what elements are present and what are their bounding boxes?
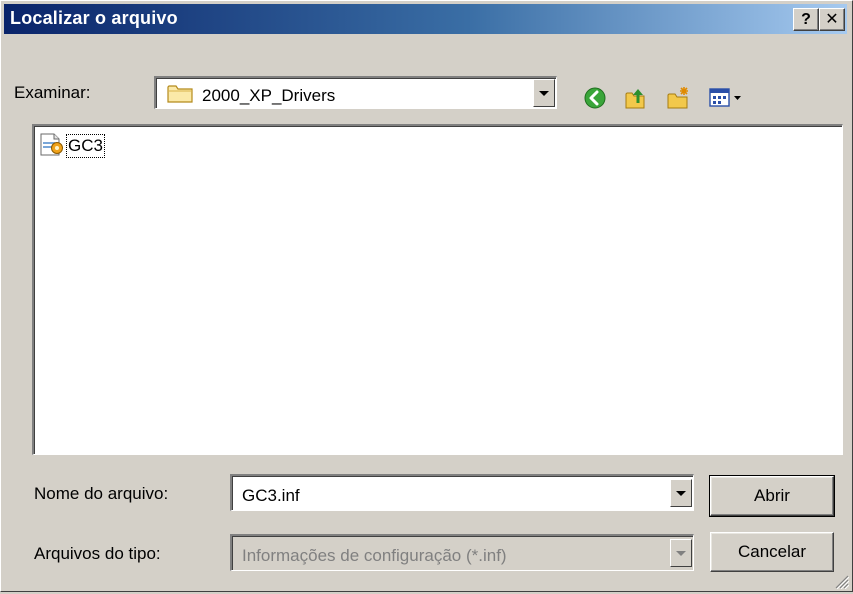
setup-information-file-icon: [37, 132, 65, 158]
look-in-label: Examinar:: [14, 83, 91, 102]
new-folder-icon[interactable]: [665, 85, 691, 111]
look-in-value: 2000_XP_Drivers: [202, 86, 336, 105]
up-folder-icon[interactable]: [623, 85, 649, 111]
look-in-dropdown-arrow-icon[interactable]: [533, 79, 555, 107]
filename-field[interactable]: GC3.inf: [230, 474, 694, 511]
open-file-dialog: Localizar o arquivo ? ✕ Examinar: 2000_X…: [0, 0, 853, 592]
close-button[interactable]: ✕: [819, 8, 845, 31]
filetype-value: Informações de configuração (*.inf): [242, 546, 507, 565]
folder-icon: [166, 82, 194, 104]
file-list[interactable]: GC3: [32, 124, 843, 455]
back-arrow-icon[interactable]: [582, 85, 608, 111]
filetype-select[interactable]: Informações de configuração (*.inf): [230, 534, 694, 571]
cancel-button[interactable]: Cancelar: [710, 532, 834, 572]
window-title: Localizar o arquivo: [10, 8, 178, 28]
view-menu-icon[interactable]: [707, 85, 747, 111]
filename-label: Nome do arquivo:: [34, 484, 169, 503]
resize-grip-icon[interactable]: [835, 574, 850, 590]
help-button[interactable]: ?: [793, 8, 819, 31]
filename-dropdown-arrow-icon[interactable]: [670, 479, 692, 507]
filetype-dropdown-arrow-icon[interactable]: [670, 539, 692, 567]
filetype-label: Arquivos do tipo:: [34, 544, 161, 563]
title-bar[interactable]: Localizar o arquivo ? ✕: [4, 4, 847, 34]
file-name: GC3: [66, 134, 105, 158]
look-in-combo[interactable]: 2000_XP_Drivers: [154, 76, 557, 109]
open-button[interactable]: Abrir: [709, 475, 835, 517]
filename-input[interactable]: GC3.inf: [242, 486, 300, 506]
